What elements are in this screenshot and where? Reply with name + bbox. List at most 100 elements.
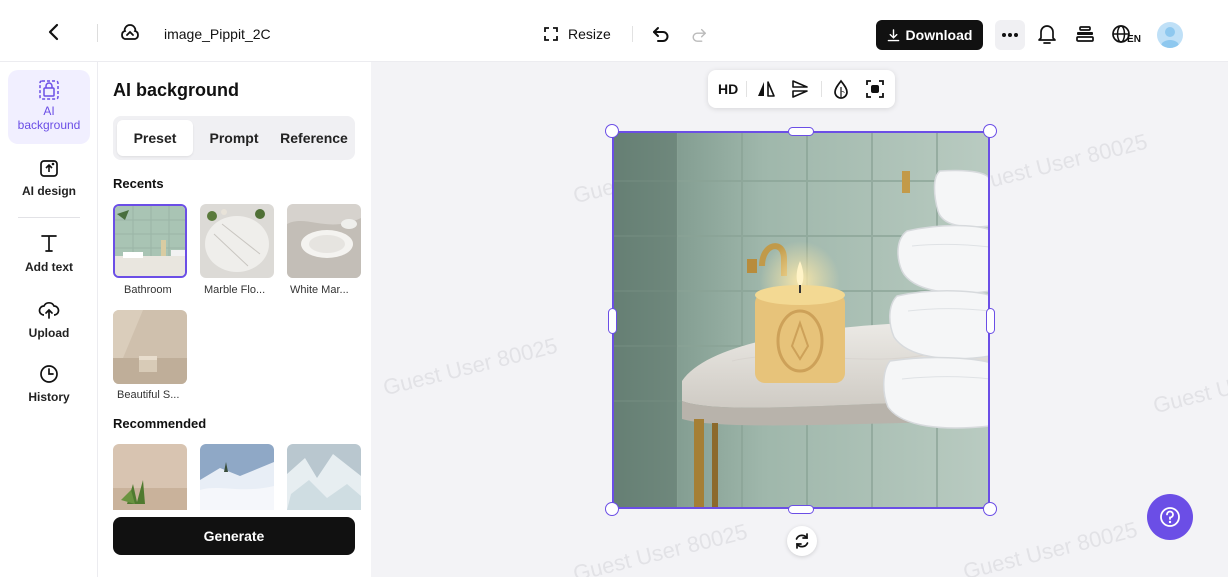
left-sidebar: AI background AI design Add text Upload … [0,62,98,577]
selection-frame [612,131,990,509]
tab-reference[interactable]: Reference [275,121,353,155]
help-icon [1160,507,1180,527]
divider [632,26,633,42]
recent-label: Beautiful S... [117,389,180,401]
nav-label: History [28,390,70,404]
image-toolbar: HD [708,70,895,108]
nav-divider [18,217,80,218]
nav-label: AI background [17,104,81,132]
recommended-thumbnail[interactable] [200,444,274,510]
recommended-thumbnail[interactable] [287,444,361,510]
user-avatar-icon [1161,27,1179,48]
layers-button[interactable] [1073,22,1097,46]
recommended-image [200,444,274,510]
focus-button[interactable] [864,78,886,100]
nav-label: Add text [25,260,73,274]
recent-label: White Mar... [290,284,349,296]
watermark: Guest User 80025 [380,332,560,401]
undo-icon [653,27,669,42]
toolbar-divider [821,81,822,97]
notifications-button[interactable] [1036,22,1058,46]
recent-thumbnail[interactable] [200,204,274,278]
ai-background-panel: AI background Preset Prompt Reference Re… [98,62,371,577]
toolbar-divider [746,81,747,97]
ai-design-icon [40,160,58,177]
focus-frame-icon [866,80,884,98]
top-bar: image_Pippit_2C Resize Download EN [0,0,1228,62]
resize-button[interactable]: Resize [542,22,618,46]
flip-horizontal-icon [758,81,775,97]
nav-ai-background[interactable]: AI background [8,70,90,144]
download-icon [887,28,899,41]
download-label: Download [905,27,973,43]
bathroom-thumbnail-image [115,206,185,276]
watermark: Guest User 80025 [1150,351,1228,419]
hd-button[interactable]: HD [718,81,738,97]
resize-handle-left[interactable] [608,308,617,334]
resize-handle-top-right[interactable] [983,124,997,138]
language-label: EN [1127,33,1141,45]
help-button[interactable] [1147,494,1193,540]
recommended-thumbnail[interactable] [113,444,187,510]
nav-label: Upload [28,326,70,340]
flip-vertical-icon [792,80,808,98]
canvas-area[interactable]: Guest User 80025 Guest User 80025 Guest … [371,62,1228,577]
resize-handle-bottom-left[interactable] [605,502,619,516]
generate-label: Generate [203,528,265,544]
resize-handle-bottom[interactable] [788,505,814,514]
more-dots-icon [1002,33,1018,37]
recommended-image [287,444,361,510]
droplet-icon [834,79,848,99]
resize-handle-right[interactable] [986,308,995,334]
ai-background-icon [39,80,59,100]
rotate-icon [795,533,809,549]
recommended-title: Recommended [113,416,207,431]
recommended-image [113,444,187,510]
file-name[interactable]: image_Pippit_2C [164,26,274,42]
watermark: Guest User 80025 [570,518,750,577]
download-button[interactable]: Download [876,20,983,50]
nav-ai-design[interactable]: AI design [8,158,90,206]
nav-label: AI design [21,184,76,198]
stack-icon [1076,26,1094,42]
clock-icon [40,365,58,383]
resize-handle-top[interactable] [788,127,814,136]
recent-thumbnail[interactable] [113,310,187,384]
tab-preset[interactable]: Preset [117,121,193,155]
back-button[interactable] [42,20,66,44]
opacity-button[interactable] [830,78,852,100]
bell-icon [1038,25,1056,44]
recent-label: Marble Flo... [204,284,266,296]
resize-handle-top-left[interactable] [605,124,619,138]
text-icon [41,235,57,252]
watermark: Guest User 80025 [970,128,1150,197]
undo-button[interactable] [649,22,673,46]
recent-thumbnail[interactable] [113,204,187,278]
rotate-button[interactable] [787,526,817,556]
resize-label: Resize [568,26,611,42]
redo-button[interactable] [688,24,710,46]
resize-handle-bottom-right[interactable] [983,502,997,516]
marble-floor-thumbnail-image [200,204,274,278]
beautiful-scene-thumbnail-image [113,310,187,384]
nav-upload[interactable]: Upload [8,300,90,346]
pippit-logo-icon [118,22,142,44]
recent-thumbnail[interactable] [287,204,361,278]
language-button[interactable]: EN [1110,20,1142,48]
flip-horizontal-button[interactable] [754,78,778,100]
white-marble-thumbnail-image [287,204,361,278]
recents-title: Recents [113,176,164,191]
chevron-left-icon [48,23,59,41]
generate-button[interactable]: Generate [113,517,355,555]
avatar[interactable] [1157,22,1183,48]
panel-title: AI background [113,80,240,100]
more-button[interactable] [995,20,1025,50]
redo-icon [692,28,706,42]
flip-vertical-button[interactable] [788,78,812,100]
recent-label: Bathroom [124,284,172,296]
tab-prompt[interactable]: Prompt [199,121,269,155]
upload-cloud-icon [38,302,60,319]
nav-add-text[interactable]: Add text [8,232,90,280]
nav-history[interactable]: History [8,364,90,410]
divider [97,24,98,42]
